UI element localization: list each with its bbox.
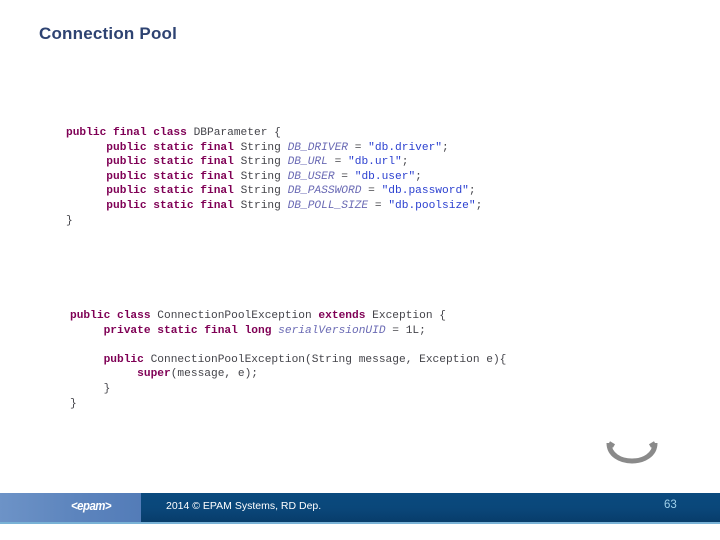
code-line: public static final String DB_URL = "db.… bbox=[66, 155, 482, 170]
code-token-kw: public bbox=[103, 353, 151, 366]
code-token-plain: = bbox=[334, 170, 355, 183]
code-token-type: String bbox=[240, 141, 288, 154]
code-token-kw: public static final bbox=[106, 185, 241, 198]
code-line: private static final long serialVersionU… bbox=[70, 324, 506, 339]
epam-logo: <epam> bbox=[71, 498, 112, 513]
code-token-plain: ; bbox=[442, 141, 449, 154]
code-token-kw: public static final bbox=[106, 170, 241, 183]
code-token-const: DB_PASSWORD bbox=[287, 185, 362, 198]
page-title: Connection Pool bbox=[39, 24, 178, 43]
code-block-dbparameter: public final class DBParameter { public … bbox=[66, 126, 482, 228]
code-token-type: String bbox=[240, 170, 288, 183]
code-token-num: 1L; bbox=[405, 324, 426, 337]
code-token-plain: ; bbox=[468, 185, 476, 198]
code-token-plain: = bbox=[385, 324, 406, 337]
code-token-type: ConnectionPoolException(String message, … bbox=[150, 353, 507, 366]
code-token-const: DB_DRIVER bbox=[287, 141, 349, 154]
code-token-kw: public static final bbox=[106, 141, 241, 154]
footer-copyright: 2014 © EPAM Systems, RD Dep. bbox=[166, 500, 322, 512]
code-token-type: String bbox=[240, 156, 288, 169]
slide-canvas: Connection Pool public final class DBPar… bbox=[0, 0, 720, 540]
code-token-plain: = bbox=[327, 156, 349, 169]
code-token-plain: } bbox=[66, 214, 73, 227]
code-line: } bbox=[70, 397, 506, 412]
code-token-str: "db.password" bbox=[381, 185, 469, 198]
code-block-connectionpoolexception: public class ConnectionPoolException ext… bbox=[70, 309, 506, 411]
code-token-const: serialVersionUID bbox=[278, 324, 386, 337]
code-token-plain: = bbox=[361, 185, 382, 198]
code-token-kw: public static final bbox=[106, 199, 241, 212]
code-line: } bbox=[70, 382, 506, 397]
code-token-const: DB_POLL_SIZE bbox=[287, 199, 369, 212]
code-token-const: DB_USER bbox=[287, 170, 335, 183]
footer-underline bbox=[0, 522, 720, 524]
swoosh-decoration-icon bbox=[606, 441, 658, 464]
code-token-plain: = bbox=[348, 141, 369, 154]
code-token-str: "db.poolsize" bbox=[388, 199, 476, 212]
code-line: public ConnectionPoolException(String me… bbox=[70, 353, 507, 368]
code-token-type: DBParameter { bbox=[193, 127, 281, 139]
code-token-const: DB_URL bbox=[287, 156, 328, 169]
code-line: public static final String DB_DRIVER = "… bbox=[66, 141, 482, 156]
code-token-str: "db.url" bbox=[348, 156, 402, 169]
code-token-plain: ; bbox=[415, 170, 422, 183]
code-token-str: "db.driver" bbox=[368, 141, 443, 154]
code-token-type: (message, e); bbox=[170, 368, 258, 381]
code-token-str: "db.user" bbox=[354, 170, 416, 183]
code-token-kw: extends bbox=[318, 310, 373, 322]
code-line: public static final String DB_USER = "db… bbox=[66, 170, 482, 185]
code-line bbox=[70, 338, 506, 353]
code-token-kw: public final class bbox=[66, 127, 194, 139]
code-token-plain: } bbox=[70, 382, 111, 395]
page-number: 63 bbox=[664, 499, 677, 511]
code-token-plain: } bbox=[70, 397, 77, 410]
code-token-kw: private static final long bbox=[103, 324, 279, 337]
code-token-kw: super bbox=[137, 368, 171, 381]
code-token-kw: public static final bbox=[106, 156, 241, 169]
code-token-plain: = bbox=[368, 199, 389, 212]
code-line: public static final String DB_PASSWORD =… bbox=[66, 184, 482, 199]
code-token-type: Exception { bbox=[372, 310, 446, 322]
code-token-type: ConnectionPoolException bbox=[157, 310, 319, 322]
code-token-type: String bbox=[240, 199, 288, 212]
code-token-plain: ; bbox=[475, 199, 483, 212]
code-line: super(message, e); bbox=[70, 367, 506, 382]
code-line: } bbox=[66, 214, 482, 229]
code-line: public final class DBParameter { bbox=[66, 126, 482, 141]
code-token-plain: ; bbox=[401, 156, 409, 169]
code-line: public class ConnectionPoolException ext… bbox=[70, 309, 506, 324]
code-line: public static final String DB_POLL_SIZE … bbox=[66, 199, 482, 214]
code-token-type: String bbox=[240, 185, 288, 198]
code-token-kw: public class bbox=[70, 310, 158, 322]
